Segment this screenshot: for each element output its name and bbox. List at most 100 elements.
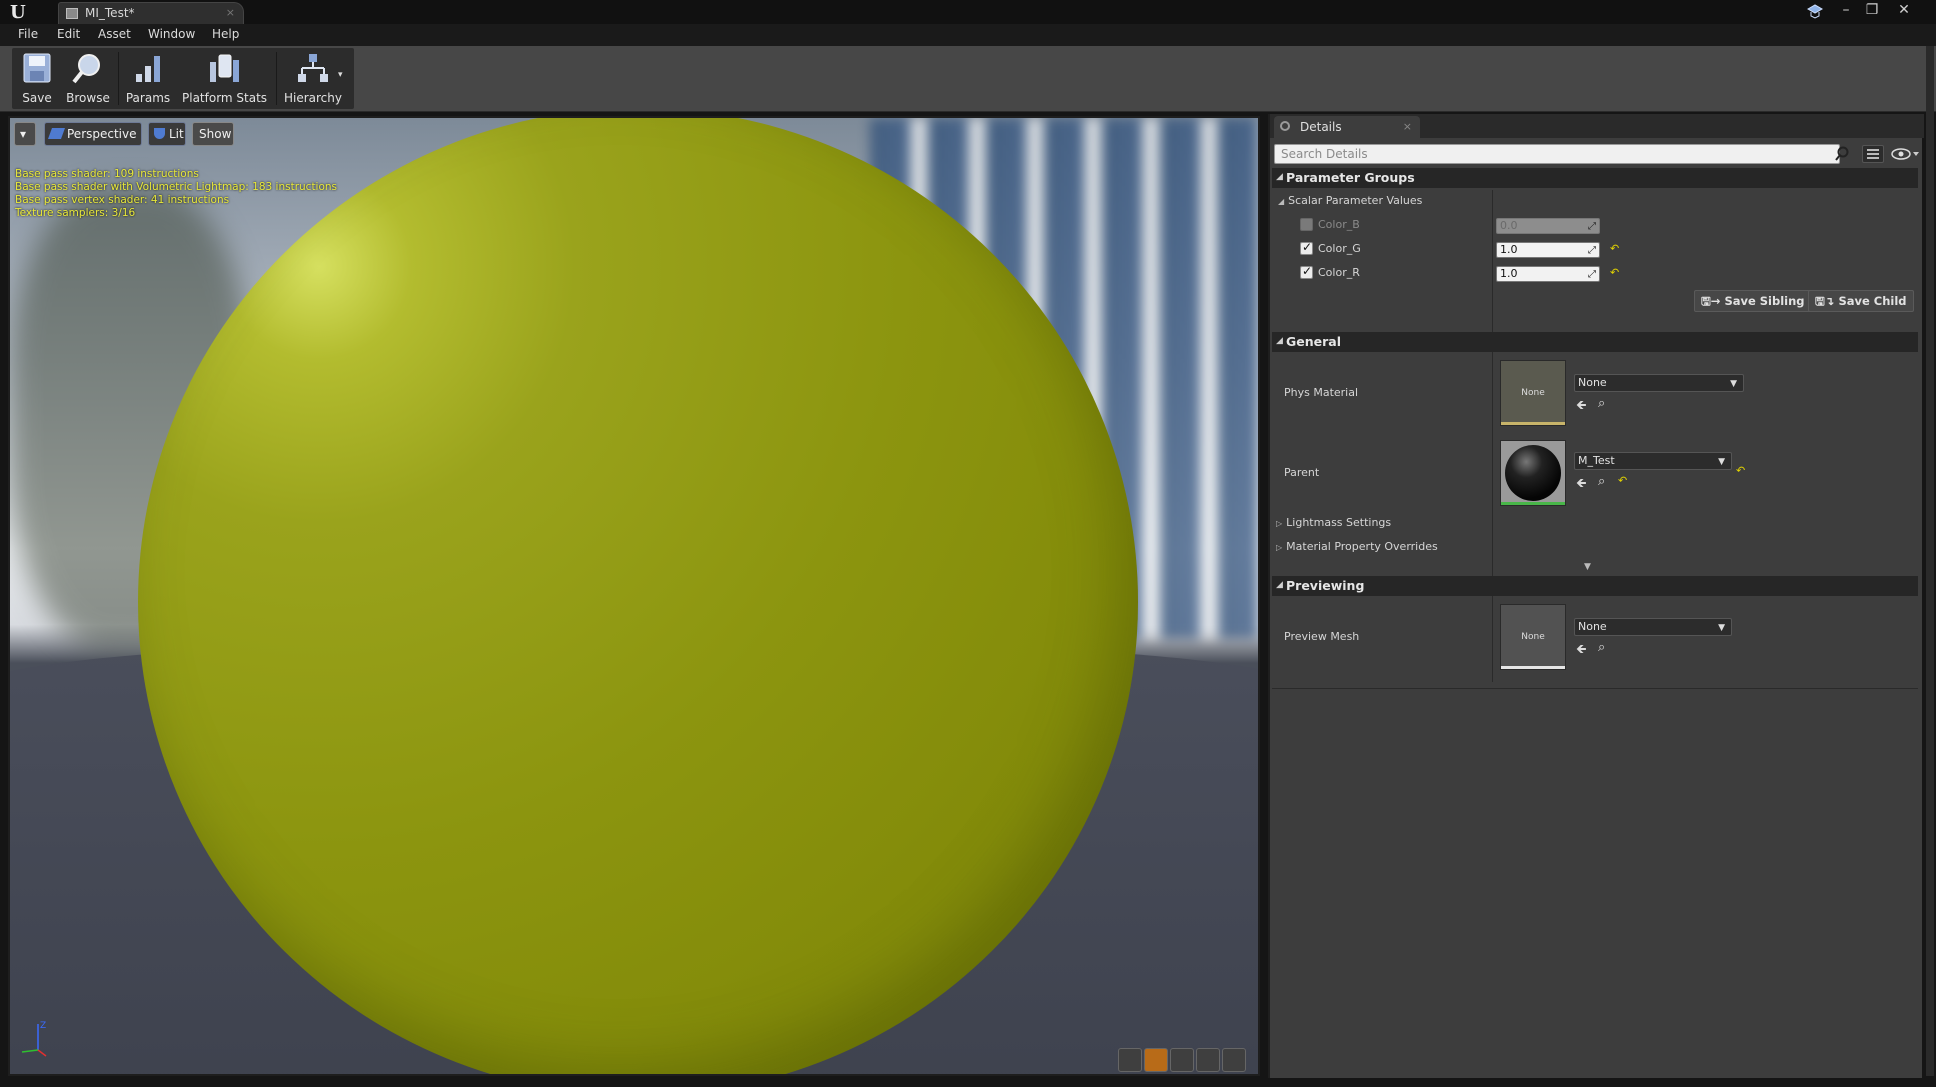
search-icon[interactable]: [1834, 146, 1850, 162]
hierarchy-button[interactable]: Hierarchy: [282, 48, 344, 109]
color-b-override-checkbox[interactable]: [1300, 218, 1313, 231]
menu-file[interactable]: File: [18, 27, 38, 41]
browse-label: Browse: [66, 91, 110, 105]
tab-title: MI_Test*: [85, 6, 135, 20]
asset-editor-tab[interactable]: MI_Test* ×: [58, 2, 244, 24]
color-g-override-checkbox[interactable]: [1300, 240, 1313, 255]
use-selected-arrow-icon[interactable]: 🡸: [1576, 640, 1587, 662]
lightmass-settings-row[interactable]: ▷ Lightmass Settings: [1276, 516, 1391, 529]
save-icon: [23, 53, 51, 83]
browse-magnifier-icon[interactable]: ⌕: [1598, 396, 1605, 411]
show-button[interactable]: Show: [192, 122, 234, 146]
phys-material-combo[interactable]: None ▼: [1574, 374, 1744, 392]
visibility-eye-icon[interactable]: [1890, 145, 1920, 163]
sphere-preview-icon[interactable]: [1144, 1048, 1168, 1072]
cylinder-preview-icon[interactable]: [1118, 1048, 1142, 1072]
general-header[interactable]: ◢ General: [1272, 332, 1918, 352]
browse-button[interactable]: Browse: [64, 48, 112, 109]
toolbar: Save Browse Params Platform Stats Hierar…: [0, 46, 1936, 112]
previewing-header[interactable]: ◢ Previewing: [1272, 576, 1918, 596]
scalar-parameter-values-group[interactable]: ◢ Scalar Parameter Values: [1278, 194, 1422, 207]
phys-material-thumbnail[interactable]: None: [1500, 360, 1566, 426]
details-tab-close-icon[interactable]: ×: [1403, 120, 1412, 133]
reset-to-default-icon[interactable]: ↶: [1610, 266, 1619, 279]
color-g-value: 1.0: [1500, 243, 1518, 256]
reset-to-default-icon[interactable]: ↶: [1610, 242, 1619, 255]
color-g-value-field[interactable]: 1.0 ⤢: [1496, 242, 1600, 258]
preview-mesh-thumb-label: None: [1521, 632, 1545, 642]
minimize-button[interactable]: –: [1836, 1, 1856, 19]
preview-mesh-value: None: [1578, 620, 1607, 633]
collapse-arrow-icon: ◢: [1276, 580, 1283, 590]
stat-line: Texture samplers: 3/16: [15, 207, 136, 219]
details-search-row: [1274, 144, 1920, 164]
asset-type-bar: [1501, 422, 1565, 425]
menu-help[interactable]: Help: [212, 27, 239, 41]
advanced-expand-icon[interactable]: ▼: [1584, 562, 1591, 572]
cube-preview-icon[interactable]: [1196, 1048, 1220, 1072]
tab-close-icon[interactable]: ×: [226, 6, 235, 19]
save-button[interactable]: Save: [14, 48, 60, 109]
use-selected-arrow-icon[interactable]: 🡸: [1576, 474, 1587, 496]
browse-magnifier-icon[interactable]: ⌕: [1598, 474, 1605, 489]
expand-arrows-icon: ⤢: [1588, 269, 1596, 280]
panel-divider: [1272, 688, 1918, 689]
perspective-button[interactable]: Perspective: [44, 122, 142, 146]
reset-to-default-icon[interactable]: ↶: [1736, 464, 1745, 477]
restore-button[interactable]: ❐: [1862, 1, 1882, 19]
viewport-options-caret[interactable]: ▾: [14, 122, 36, 146]
search-details-input[interactable]: [1274, 144, 1840, 164]
menu-asset[interactable]: Asset: [98, 27, 131, 41]
save-child-button[interactable]: 🖫↴ Save Child: [1808, 290, 1914, 312]
color-b-value-field[interactable]: 0.0 ⤢: [1496, 218, 1600, 234]
asset-type-bar: [1501, 666, 1565, 669]
lightmass-settings-label: Lightmass Settings: [1286, 516, 1392, 529]
toolbar-separator: [118, 52, 119, 105]
material-property-overrides-row[interactable]: ▷ Material Property Overrides: [1276, 540, 1438, 553]
color-b-value: 0.0: [1500, 219, 1518, 232]
stat-line: Base pass shader with Volumetric Lightma…: [15, 181, 338, 193]
color-r-override-checkbox[interactable]: [1300, 264, 1313, 279]
details-tab-label: Details: [1300, 120, 1342, 134]
expand-arrows-icon: ⤢: [1588, 245, 1596, 256]
close-window-button[interactable]: ✕: [1894, 1, 1914, 19]
reset-to-default-icon[interactable]: ↶: [1618, 474, 1627, 487]
parent-material-thumbnail[interactable]: [1500, 440, 1566, 506]
params-button[interactable]: Params: [124, 48, 172, 109]
save-child-label: Save Child: [1838, 294, 1907, 308]
collapse-arrow-icon: ◢: [1276, 336, 1283, 346]
axis-gizmo-icon: Z: [21, 1021, 47, 1057]
black-sphere-preview: [1505, 445, 1561, 501]
unreal-logo-icon: U: [10, 2, 26, 23]
axis-z-label: Z: [40, 1021, 46, 1031]
source-control-icon[interactable]: [1806, 3, 1824, 19]
save-sibling-button[interactable]: 🖫→ Save Sibling: [1694, 290, 1812, 312]
chevron-down-icon: ▼: [1718, 457, 1725, 467]
asset-type-bar: [1501, 502, 1565, 505]
preview-mesh-combo[interactable]: None ▼: [1574, 618, 1732, 636]
menu-window[interactable]: Window: [148, 27, 195, 41]
view-options-grid-icon[interactable]: [1862, 145, 1884, 163]
color-r-value-field[interactable]: 1.0 ⤢: [1496, 266, 1600, 282]
platform-stats-icon: [210, 54, 239, 82]
use-selected-arrow-icon[interactable]: 🡸: [1576, 396, 1587, 418]
save-sibling-icon: 🖫→: [1701, 294, 1725, 308]
save-sibling-label: Save Sibling: [1724, 294, 1805, 308]
toolbar-group: Save Browse Params Platform Stats Hierar…: [12, 48, 354, 109]
platform-stats-button[interactable]: Platform Stats: [182, 48, 267, 109]
editor-scrollbar[interactable]: [1926, 46, 1934, 1076]
lit-button[interactable]: Lit: [148, 122, 186, 146]
parent-material-combo[interactable]: M_Test ▼: [1574, 452, 1732, 470]
details-tab[interactable]: Details ×: [1274, 116, 1420, 138]
mesh-preview-icon[interactable]: [1222, 1048, 1246, 1072]
parent-label: Parent: [1284, 466, 1320, 479]
lit-label: Lit: [169, 127, 184, 141]
hierarchy-dropdown-caret-icon[interactable]: ▾: [338, 70, 343, 80]
preview-mesh-thumbnail[interactable]: None: [1500, 604, 1566, 670]
browse-magnifier-icon[interactable]: ⌕: [1598, 640, 1605, 655]
parameter-groups-header[interactable]: ◢ Parameter Groups: [1272, 168, 1918, 188]
menu-edit[interactable]: Edit: [57, 27, 80, 41]
preview-viewport[interactable]: ▾ Perspective Lit Show Base pass shader:…: [8, 116, 1260, 1076]
chevron-down-icon: ▼: [1730, 379, 1737, 389]
plane-preview-icon[interactable]: [1170, 1048, 1194, 1072]
